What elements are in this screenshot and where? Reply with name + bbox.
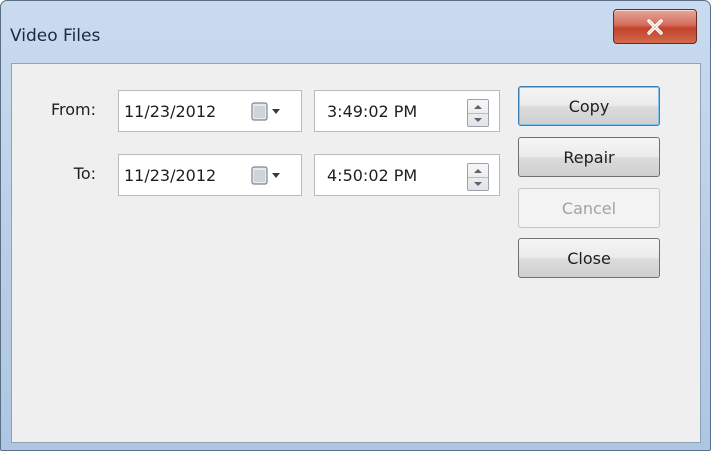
- to-time-value: 4:50:02 PM: [327, 166, 418, 185]
- from-time-spinner[interactable]: [467, 99, 489, 127]
- spin-down-icon[interactable]: [468, 113, 488, 126]
- calendar-dropdown-button[interactable]: [251, 100, 291, 124]
- calendar-dropdown-button[interactable]: [251, 164, 291, 188]
- spin-up-icon[interactable]: [468, 164, 488, 178]
- to-label: To:: [73, 164, 96, 183]
- calendar-icon: [251, 166, 280, 185]
- calendar-icon: [251, 102, 280, 121]
- from-date-picker[interactable]: 11/23/2012: [118, 90, 302, 132]
- repair-button[interactable]: Repair: [518, 137, 660, 177]
- from-time-value: 3:49:02 PM: [327, 102, 418, 121]
- to-date-value: 11/23/2012: [124, 166, 217, 185]
- close-icon: [647, 18, 663, 35]
- to-time-picker[interactable]: 4:50:02 PM: [314, 154, 500, 196]
- close-button[interactable]: Close: [518, 238, 660, 278]
- spin-down-icon[interactable]: [468, 177, 488, 190]
- title-bar[interactable]: Video Files: [1, 1, 710, 63]
- window-close-button[interactable]: [613, 9, 697, 44]
- from-time-picker[interactable]: 3:49:02 PM: [314, 90, 500, 132]
- dialog-window: Video Files From: 11/23/2012 3:49:02 PM: [0, 0, 711, 451]
- copy-button[interactable]: Copy: [518, 86, 660, 126]
- from-label: From:: [50, 100, 96, 119]
- cancel-button[interactable]: Cancel: [518, 188, 660, 228]
- to-time-spinner[interactable]: [467, 163, 489, 191]
- spin-up-icon[interactable]: [468, 100, 488, 114]
- window-title: Video Files: [10, 26, 101, 46]
- from-date-value: 11/23/2012: [124, 102, 217, 121]
- to-date-picker[interactable]: 11/23/2012: [118, 154, 302, 196]
- dialog-body: From: 11/23/2012 3:49:02 PM To: 11/23/20…: [11, 63, 701, 443]
